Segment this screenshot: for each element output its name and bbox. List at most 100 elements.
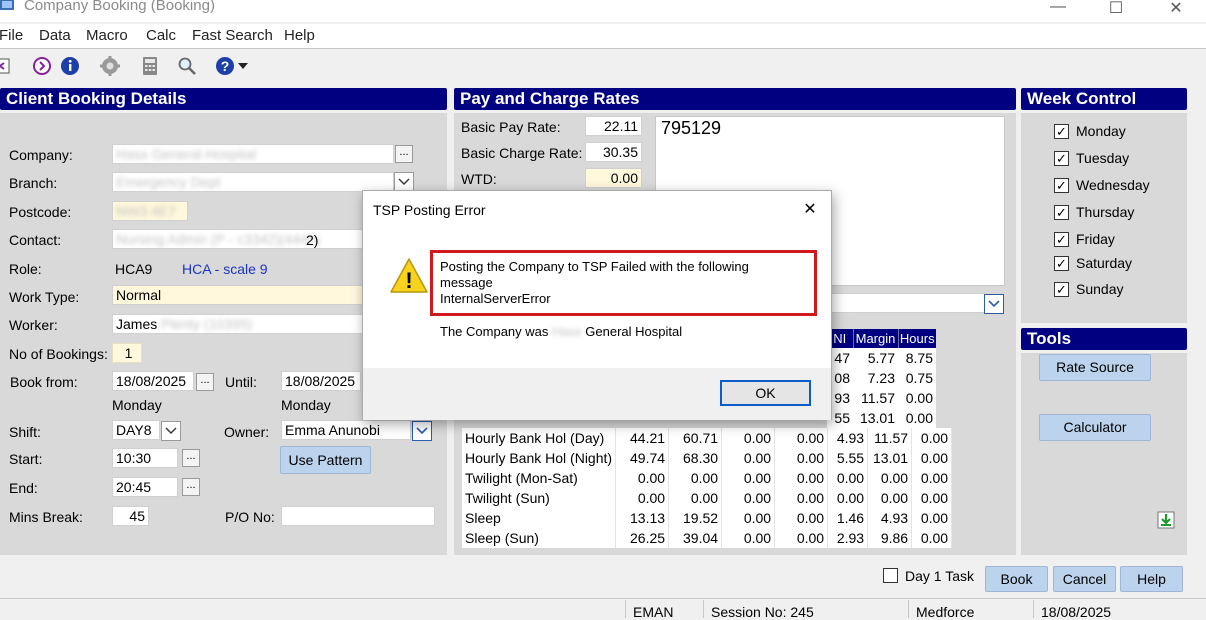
shift-dropdown-button[interactable]: [161, 421, 181, 441]
week-day-friday[interactable]: ✓ Friday: [1054, 230, 1174, 250]
book-button[interactable]: Book: [985, 566, 1048, 592]
chevron-down-icon[interactable]: [238, 63, 248, 69]
postcode-field[interactable]: NW3 4E7: [112, 201, 188, 221]
shift-select[interactable]: DAY8: [112, 420, 160, 440]
rate-source-button[interactable]: Rate Source: [1039, 354, 1151, 381]
client-booking-header: Client Booking Details: [0, 88, 447, 110]
week-day-checkbox[interactable]: ✓: [1054, 178, 1069, 193]
download-icon[interactable]: [1157, 511, 1175, 529]
branch-dropdown-button[interactable]: [394, 172, 414, 192]
menu-fast-search[interactable]: Fast Search: [192, 27, 273, 44]
table-cell: 0.00: [911, 448, 953, 468]
contact-label: Contact:: [9, 232, 62, 248]
rate-name-cell: Sleep (Sun): [462, 528, 617, 548]
start-picker-button[interactable]: ...: [182, 449, 200, 467]
table-cell: 13.01: [867, 448, 913, 468]
menu-bar: File Data Macro Calc Fast Search Help: [0, 24, 1206, 48]
help-icon[interactable]: ?: [214, 55, 236, 77]
shift-label: Shift:: [9, 424, 41, 440]
table-row[interactable]: 55 13.01 0.00: [827, 408, 936, 428]
table-row[interactable]: Hourly Bank Hol (Night) 49.74 68.30 0.00 0.0…: [462, 448, 953, 468]
table-cell: 49.74: [615, 448, 670, 468]
wtd-field[interactable]: 0.00: [585, 168, 642, 188]
help-button[interactable]: Help: [1120, 566, 1183, 592]
book-from-field[interactable]: 18/08/2025: [112, 371, 194, 391]
table-row[interactable]: Hourly Bank Hol (Day) 44.21 60.71 0.00 0.00 4…: [462, 428, 953, 448]
day1-task-label: Day 1 Task: [905, 568, 974, 584]
gear-icon[interactable]: [99, 55, 121, 77]
menu-calc[interactable]: Calc: [146, 27, 176, 44]
back-icon[interactable]: [0, 55, 14, 77]
maximize-button[interactable]: ☐: [1096, 0, 1136, 18]
table-row[interactable]: 08 7.23 0.75: [827, 368, 936, 388]
table-row[interactable]: Twilight (Mon-Sat) 0.00 0.00 0.00 0.00 0.00 0.…: [462, 468, 953, 488]
table-cell: 1.46: [827, 508, 869, 528]
until-day: Monday: [281, 397, 331, 413]
week-day-checkbox[interactable]: ✓: [1054, 256, 1069, 271]
end-picker-button[interactable]: ...: [182, 478, 200, 496]
table-row[interactable]: Twilight (Sun) 0.00 0.00 0.00 0.00 0.00 0.00 0.…: [462, 488, 953, 508]
week-day-monday[interactable]: ✓ Monday: [1054, 122, 1174, 142]
rate-name-cell: Twilight (Sun): [462, 488, 617, 508]
info-icon[interactable]: [59, 55, 81, 77]
rate-dropdown-button[interactable]: [984, 294, 1004, 314]
week-day-checkbox[interactable]: ✓: [1054, 282, 1069, 297]
week-day-thursday[interactable]: ✓ Thursday: [1054, 203, 1174, 223]
ok-button[interactable]: OK: [720, 380, 811, 406]
calculator-icon[interactable]: [139, 55, 161, 77]
minimize-button[interactable]: —: [1038, 0, 1078, 18]
week-day-wednesday[interactable]: ✓ Wednesday: [1054, 176, 1174, 196]
week-day-checkbox[interactable]: ✓: [1054, 151, 1069, 166]
table-row[interactable]: Sleep (Sun) 26.25 39.04 0.00 0.00 2.93 9.86 0.0…: [462, 528, 953, 548]
menu-help[interactable]: Help: [284, 27, 315, 44]
mins-break-field[interactable]: 45: [112, 506, 149, 526]
until-field[interactable]: 18/08/2025: [281, 371, 361, 391]
worker-field[interactable]: James Plenty (10395): [112, 314, 364, 334]
week-control-header: Week Control: [1021, 88, 1187, 110]
branch-label: Branch:: [9, 175, 58, 191]
owner-dropdown-button[interactable]: [412, 421, 432, 441]
work-type-field[interactable]: Normal: [112, 285, 364, 305]
week-day-saturday[interactable]: ✓ Saturday: [1054, 254, 1174, 274]
week-day-label: Wednesday: [1076, 177, 1150, 193]
rate-name-cell: Hourly Bank Hol (Day): [462, 428, 617, 448]
table-cell: 0.00: [615, 468, 670, 488]
basic-charge-field[interactable]: 30.35: [585, 142, 642, 162]
week-day-checkbox[interactable]: ✓: [1054, 124, 1069, 139]
table-cell: 8.75: [898, 348, 936, 368]
week-day-checkbox[interactable]: ✓: [1054, 232, 1069, 247]
basic-pay-field[interactable]: 22.11: [585, 116, 642, 136]
menu-file[interactable]: File: [0, 27, 23, 44]
company-label: Company:: [9, 147, 73, 163]
book-from-picker-button[interactable]: ...: [196, 373, 214, 391]
table-row[interactable]: 47 5.77 8.75: [827, 348, 936, 368]
po-no-field[interactable]: [281, 506, 435, 526]
company-field[interactable]: Hasx General Hospital: [112, 144, 394, 164]
circle-arrow-icon[interactable]: [31, 55, 53, 77]
menu-macro[interactable]: Macro: [86, 27, 128, 44]
search-icon[interactable]: [176, 55, 198, 77]
owner-select[interactable]: Emma Anunobi: [281, 420, 411, 440]
day1-task-checkbox[interactable]: [883, 568, 898, 583]
week-day-sunday[interactable]: ✓ Sunday: [1054, 280, 1174, 300]
contact-field[interactable]: Nursing Admin (P - c3342)(4445): [112, 229, 364, 249]
calculator-button[interactable]: Calculator: [1039, 414, 1151, 441]
start-field[interactable]: 10:30: [112, 448, 178, 468]
branch-select[interactable]: Emergency Dept: [112, 172, 394, 192]
menu-data[interactable]: Data: [39, 27, 71, 44]
table-row[interactable]: Sleep 13.13 19.52 0.00 0.00 1.46 4.93 0.00: [462, 508, 953, 528]
close-window-button[interactable]: ✕: [1156, 0, 1196, 18]
no-bookings-field[interactable]: 1: [112, 343, 142, 363]
table-cell: 2.93: [827, 528, 869, 548]
table-row[interactable]: 93 11.57 0.00: [827, 388, 936, 408]
use-pattern-button[interactable]: Use Pattern: [280, 446, 371, 474]
week-day-tuesday[interactable]: ✓ Tuesday: [1054, 149, 1174, 169]
dialog-close-button[interactable]: ✕: [797, 198, 823, 222]
status-divider: [908, 600, 909, 618]
table-cell: 0.00: [774, 468, 829, 488]
week-day-checkbox[interactable]: ✓: [1054, 205, 1069, 220]
company-lookup-button[interactable]: ...: [395, 145, 413, 163]
app-icon: [0, 0, 14, 10]
cancel-button[interactable]: Cancel: [1053, 566, 1116, 592]
end-field[interactable]: 20:45: [112, 477, 178, 497]
